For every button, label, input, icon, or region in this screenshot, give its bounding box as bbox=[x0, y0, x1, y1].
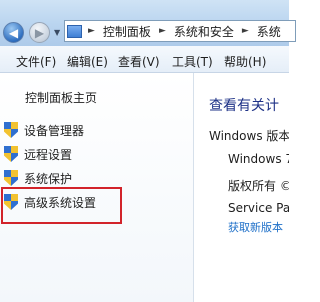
back-arrow-icon: ◀ bbox=[8, 25, 19, 40]
highlight-annotation-box bbox=[1, 187, 122, 224]
service-pack-text: Service Pac bbox=[228, 201, 289, 215]
menu-edit[interactable]: 编辑(E) bbox=[67, 53, 108, 70]
sidebar-item-label: 系统保护 bbox=[24, 171, 73, 186]
page-heading: 查看有关计 bbox=[209, 98, 279, 114]
system-info-panel: 查看有关计 Windows 版本 Windows 7 版权所有 © Servic… bbox=[194, 73, 289, 302]
breadcrumb-control-panel[interactable]: 控制面板 bbox=[103, 23, 151, 40]
menu-file[interactable]: 文件(F) bbox=[16, 53, 56, 70]
sidebar-item-system-protection[interactable]: 系统保护 bbox=[4, 169, 72, 187]
control-panel-folder-icon bbox=[67, 24, 82, 38]
menu-bar: 文件(F) 编辑(E) 查看(V) 工具(T) 帮助(H) bbox=[0, 46, 289, 73]
sidebar-item-label: 设备管理器 bbox=[24, 123, 85, 138]
windows-edition-label: Windows 版本 bbox=[209, 129, 289, 143]
forward-arrow-icon: ▶ bbox=[34, 25, 45, 40]
breadcrumb-separator-icon[interactable]: ► bbox=[159, 26, 166, 36]
uac-shield-icon bbox=[4, 170, 18, 186]
navigation-bar: ◀ ▶ ▼ ► 控制面板 ► 系统和安全 ► 系统 bbox=[0, 0, 296, 46]
address-bar[interactable]: ► 控制面板 ► 系统和安全 ► 系统 bbox=[64, 20, 296, 42]
breadcrumb-system[interactable]: 系统 bbox=[257, 23, 281, 40]
breadcrumb-separator-icon[interactable]: ► bbox=[242, 26, 249, 36]
sidebar-item-remote-settings[interactable]: 远程设置 bbox=[4, 145, 72, 163]
menu-view[interactable]: 查看(V) bbox=[118, 53, 160, 70]
recent-pages-dropdown-icon[interactable]: ▼ bbox=[54, 28, 60, 37]
uac-shield-icon bbox=[4, 146, 18, 162]
breadcrumb-separator-icon[interactable]: ► bbox=[88, 26, 95, 36]
menu-help[interactable]: 帮助(H) bbox=[224, 53, 266, 70]
get-new-version-link[interactable]: 获取新版本 bbox=[228, 219, 283, 235]
sidebar-item-device-manager[interactable]: 设备管理器 bbox=[4, 121, 84, 139]
control-panel-home-link[interactable]: 控制面板主页 bbox=[25, 89, 97, 106]
sidebar-item-label: 远程设置 bbox=[24, 147, 73, 162]
back-button[interactable]: ◀ bbox=[3, 22, 24, 43]
uac-shield-icon bbox=[4, 122, 18, 138]
forward-button[interactable]: ▶ bbox=[29, 22, 50, 43]
menu-tools[interactable]: 工具(T) bbox=[172, 53, 213, 70]
breadcrumb-system-and-security[interactable]: 系统和安全 bbox=[174, 23, 234, 40]
windows-edition-value: Windows 7 bbox=[228, 152, 289, 166]
copyright-text: 版权所有 © bbox=[228, 179, 289, 193]
